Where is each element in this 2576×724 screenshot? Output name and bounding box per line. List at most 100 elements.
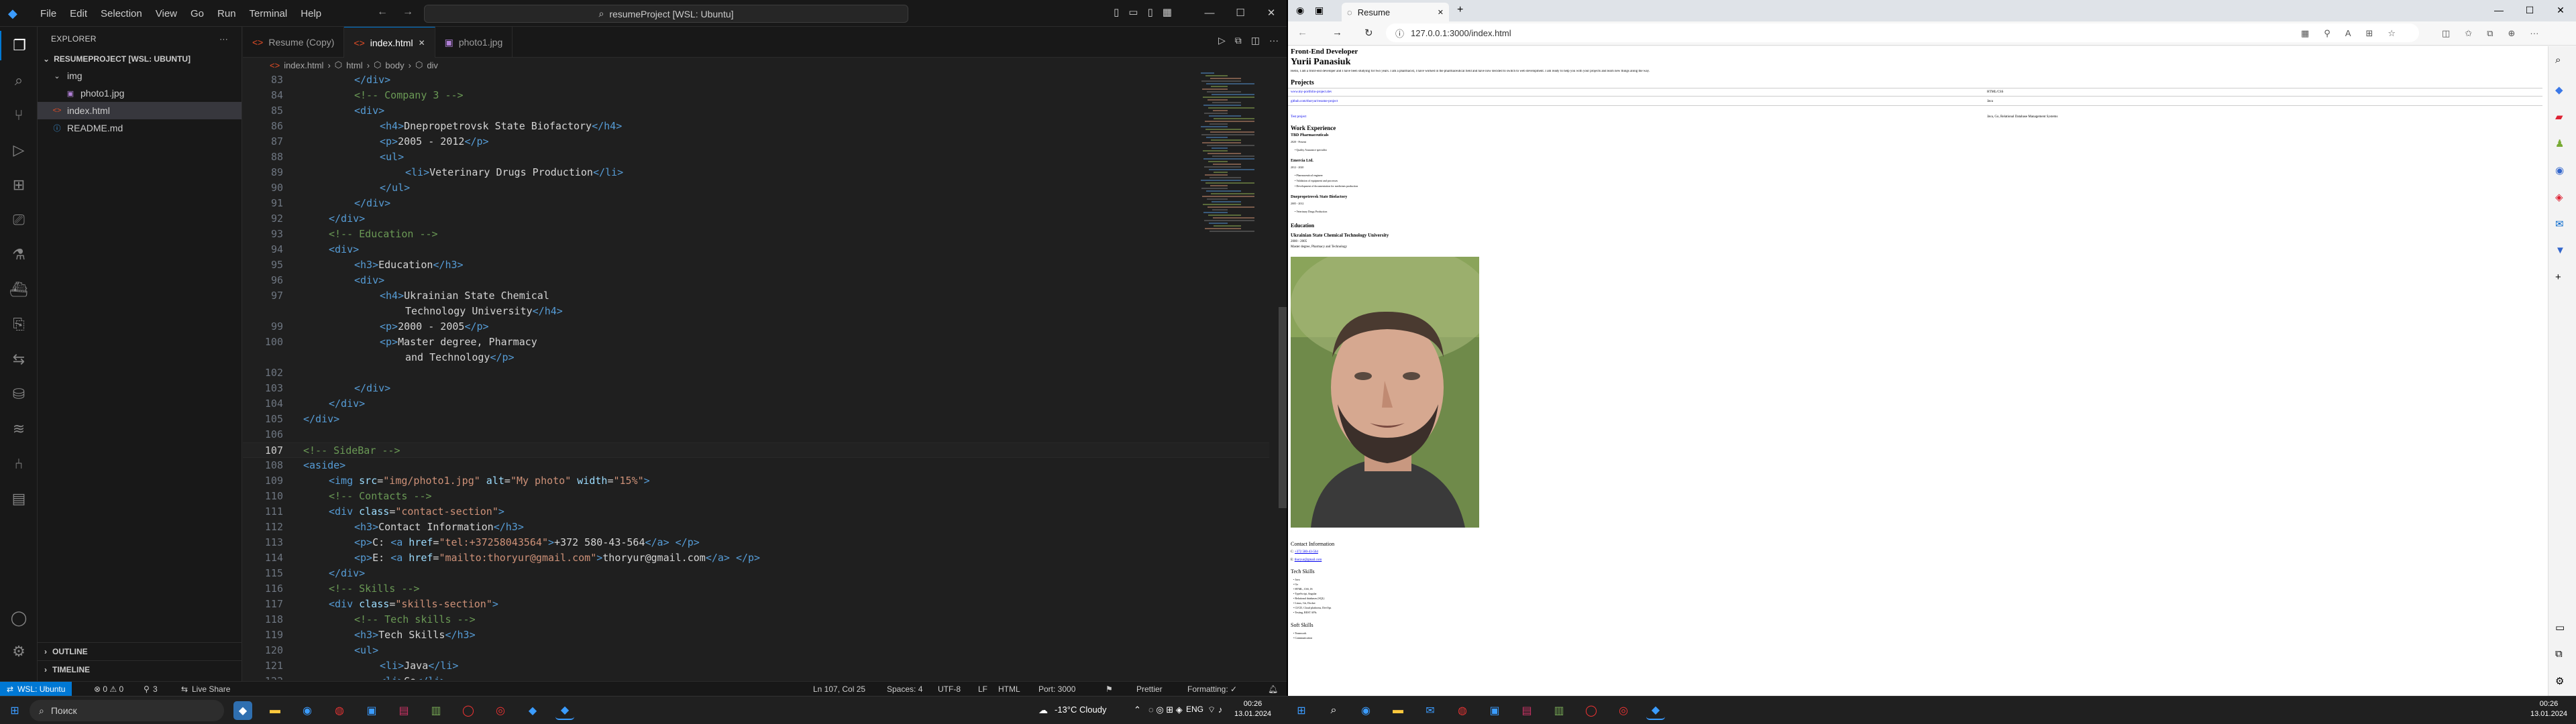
tab-photo1[interactable]: ▣ photo1.jpg [435, 27, 513, 58]
code-line[interactable]: 109 <img src="img/photo1.jpg" alt="My pho… [243, 473, 1269, 489]
menu-help[interactable]: Help [294, 8, 328, 19]
toggle-secondary-sidebar-icon[interactable]: ▯ [1147, 6, 1152, 18]
edge-icon[interactable]: ◉ [1356, 701, 1375, 720]
code-line[interactable]: 97 <h4>Ukrainian State Chemical [243, 288, 1269, 304]
address-bar[interactable]: ⓘ 127.0.0.1:3000/index.html [1386, 23, 2419, 42]
file-explorer-icon[interactable]: ▬ [266, 701, 284, 720]
code-line[interactable]: 89 <li>Veterinary Drugs Production</li> [243, 165, 1269, 180]
open-preview-icon[interactable]: ⧉ [1235, 35, 1242, 46]
code-line[interactable]: 86 <h4>Dnepropetrovsk State Biofactory</h… [243, 119, 1269, 134]
toggle-panel-icon[interactable]: ▭ [1128, 6, 1138, 18]
menu-dots-icon[interactable]: ··· [2530, 28, 2538, 39]
code-line[interactable]: 111 <div class="contact-section"> [243, 504, 1269, 520]
code-line[interactable]: 121 <li>Java</li> [243, 658, 1269, 674]
menu-selection[interactable]: Selection [94, 8, 149, 19]
end-of-line[interactable]: LF [978, 682, 987, 697]
command-center[interactable]: ⌕ resumeProject [WSL: Ubuntu] [424, 5, 908, 23]
terminal-icon[interactable]: ▥ [1550, 701, 1568, 720]
code-line[interactable]: 94 <div> [243, 242, 1269, 257]
run-icon[interactable]: ▷ [1218, 35, 1226, 46]
phone-link[interactable]: +372 580-43-564 [1295, 550, 1318, 554]
project-link[interactable]: www.my-portfolio-project.dev [1291, 90, 1332, 94]
breadcrumb-item[interactable]: body [385, 60, 404, 70]
extensions-icon[interactable]: ⊞ [0, 170, 38, 200]
search-icon[interactable]: ⌕ [0, 66, 38, 95]
code-line[interactable]: and Technology</p> [243, 350, 1269, 365]
office-icon[interactable]: ◈ [2555, 191, 2563, 203]
code-editor[interactable]: 83 </div> 84 <!-- Company 3 --> 85 <div> 86 <h4… [243, 72, 1287, 680]
opera-icon[interactable]: ◯ [459, 701, 478, 720]
clock-right[interactable]: 00:26 13.01.2024 [2530, 699, 2567, 719]
chrome-icon[interactable]: ◍ [330, 701, 349, 720]
new-tab-icon[interactable]: + [1457, 4, 1463, 16]
outlook-icon[interactable]: ✉ [2555, 218, 2564, 230]
remote-explorer-icon[interactable]: ⎚ [0, 205, 38, 235]
language-indicator[interactable]: ENG [1186, 705, 1203, 714]
menu-edit[interactable]: Edit [63, 8, 94, 19]
menu-run[interactable]: Run [211, 8, 243, 19]
external-link-icon[interactable]: ⧉ [2555, 648, 2563, 660]
drop-icon[interactable]: ▼ [2555, 245, 2565, 256]
browser-icon[interactable]: ◎ [491, 701, 510, 720]
minimize-icon[interactable]: — [2483, 0, 2514, 20]
code-line[interactable]: 90 </ul> [243, 180, 1269, 196]
app-icon[interactable]: ▤ [394, 701, 413, 720]
edge-icon[interactable]: ◉ [298, 701, 317, 720]
code-line[interactable]: 85 <div> [243, 103, 1269, 119]
code-line[interactable]: 110 <!-- Contacts --> [243, 489, 1269, 504]
ports-icon[interactable]: ⚲ [144, 682, 150, 697]
close-tab-icon[interactable]: ✕ [1438, 8, 1444, 17]
breadcrumb-item[interactable]: index.html [284, 60, 323, 70]
code-line[interactable]: 108 <aside> [243, 458, 1269, 473]
search-icon[interactable]: ⌕ [2555, 54, 2561, 66]
terminal-icon[interactable]: ▥ [427, 701, 445, 720]
code-line[interactable]: 87 <p>2005 - 2012</p> [243, 134, 1269, 149]
copilot-icon[interactable]: ◆ [2555, 84, 2563, 96]
problems-count[interactable]: ⊗ 0 ⚠ 0 [94, 682, 123, 697]
close-tab-icon[interactable]: ✕ [419, 38, 425, 48]
code-line[interactable]: 105 </div> [243, 412, 1269, 427]
file-explorer-icon[interactable]: ▬ [1389, 701, 1407, 720]
code-line[interactable]: 119 <h3>Tech Skills</h3> [243, 627, 1269, 643]
code-line[interactable]: 118 <!-- Tech skills --> [243, 612, 1269, 627]
project-link[interactable]: Test project [1291, 115, 1306, 119]
favorites-icon[interactable]: ✩ [2465, 28, 2472, 39]
taskbar-search[interactable]: ⌕ Поиск [30, 700, 224, 721]
code-line[interactable]: 115 </div> [243, 566, 1269, 581]
project-link[interactable]: github.com/thoryur/resume-project [1291, 100, 1338, 103]
close-icon[interactable]: ✕ [1256, 0, 1287, 27]
close-icon[interactable]: ✕ [2545, 0, 2576, 20]
tray-icons[interactable]: ◌ ◎ ⊞ ◈ [1148, 705, 1183, 715]
layers-icon[interactable]: ≋ [0, 414, 38, 444]
toggle-sidebar-icon[interactable]: ▯ [1114, 6, 1119, 18]
menu-view[interactable]: View [149, 8, 184, 19]
formatting-status[interactable]: Formatting: ✓ [1187, 682, 1237, 697]
remote-icon[interactable]: ⎘ [0, 310, 38, 339]
forward-arrow-icon[interactable]: → [402, 6, 413, 18]
code-line[interactable]: 122 <li>Go</li> [243, 674, 1269, 680]
chrome-icon[interactable]: ◍ [1453, 701, 1472, 720]
code-line[interactable]: 84 <!-- Company 3 --> [243, 88, 1269, 103]
refresh-icon[interactable]: ↻ [1364, 27, 1373, 39]
code-line[interactable]: 100 <p>Master degree, Pharmacy [243, 335, 1269, 350]
app-active-icon[interactable]: ◆ [523, 701, 542, 720]
collections-icon[interactable]: ⧉ [2487, 28, 2493, 39]
app-icon[interactable]: ▤ [1517, 701, 1536, 720]
tree-item-index-html[interactable]: <> index.html [38, 102, 241, 119]
tree-item-photo[interactable]: ▣ photo1.jpg [38, 84, 241, 102]
outline-section[interactable]: › OUTLINE [38, 642, 242, 660]
more-actions-icon[interactable]: ··· [1269, 35, 1279, 46]
timeline-section[interactable]: › TIMELINE [38, 660, 242, 678]
weather-text[interactable]: -13°C Cloudy [1055, 705, 1106, 715]
opera-icon[interactable]: ◯ [1582, 701, 1601, 720]
code-line[interactable]: 93 <!-- Education --> [243, 227, 1269, 242]
menu-terminal[interactable]: Terminal [243, 8, 294, 19]
add-icon[interactable]: + [2555, 272, 2561, 283]
search-icon[interactable]: ⌕ [1324, 701, 1343, 720]
tray-chevron-icon[interactable]: ⌃ [1134, 705, 1141, 715]
code-line[interactable]: 117 <div class="skills-section"> [243, 597, 1269, 612]
breadcrumb-item[interactable]: div [427, 60, 438, 70]
split-screen-icon[interactable]: ◫ [2442, 28, 2450, 39]
code-line[interactable]: 120 <ul> [243, 643, 1269, 658]
customize-layout-icon[interactable]: ▦ [1163, 6, 1172, 18]
